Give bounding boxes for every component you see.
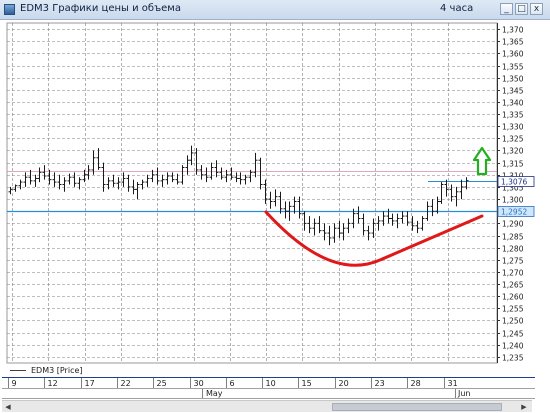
x-tick-label: 25	[157, 379, 167, 388]
x-tick-label: 6	[230, 379, 235, 388]
x-tick-label: 31	[448, 379, 458, 388]
chart-window-icon	[4, 4, 15, 15]
horizontal-scrollbar[interactable]: ◀ ▶	[2, 400, 532, 412]
y-tick-label: 1,275	[502, 257, 524, 266]
y-tick-label: 1,370	[502, 26, 524, 35]
y-tick-label: 1,360	[502, 50, 524, 59]
chart-legend: EDM3 [Price]	[10, 366, 83, 375]
x-tick-label: 12	[48, 379, 58, 388]
y-tick-label: 1,320	[502, 147, 524, 156]
chart-area[interactable]: 1,370 1,365 1,360 1,355 1,350 1,345 1,340 1,335…	[0, 20, 550, 413]
y-tick-label: 1,350	[502, 75, 524, 84]
window-titlebar: EDM3 Графики цены и объема 4 часа _ □ x	[0, 0, 550, 20]
y-tick-label: 1,265	[502, 281, 524, 290]
y-tick-label: 1,240	[502, 342, 524, 351]
x-axis: 9 12 17 22 25 30 6 10 15 20 23 28 31 May Jun	[2, 377, 535, 399]
x-tick-label: 9	[12, 379, 17, 388]
month-label: Jun	[457, 389, 471, 398]
y-tick-label: 1,245	[502, 330, 524, 339]
x-tick-label: 23	[375, 379, 385, 388]
x-tick-label: 17	[85, 379, 95, 388]
horizontal-lines	[7, 171, 497, 213]
legend-line-swatch	[10, 370, 26, 371]
green-up-arrow-icon	[472, 146, 492, 176]
interval-label[interactable]: 4 часа	[440, 3, 473, 14]
y-tick-label: 1,285	[502, 233, 524, 242]
y-tick-label: 1,255	[502, 305, 524, 314]
maximize-button[interactable]: □	[515, 3, 528, 15]
y-tick-label: 1,345	[502, 87, 524, 96]
y-tick-label: 1,260	[502, 293, 524, 302]
x-tick-label: 28	[411, 379, 421, 388]
y-tick-label: 1,335	[502, 111, 524, 120]
legend-label: EDM3 [Price]	[31, 366, 83, 375]
y-tick-label: 1,280	[502, 245, 524, 254]
y-axis: 1,370 1,365 1,360 1,355 1,350 1,345 1,340 1,335…	[497, 23, 535, 363]
price-label: 1,2952	[501, 208, 527, 217]
scroll-thumb[interactable]	[332, 403, 502, 411]
chart-grid	[6, 22, 498, 364]
close-button[interactable]: x	[530, 3, 543, 15]
price-chart[interactable]: 1,370 1,365 1,360 1,355 1,350 1,345 1,340 1,335…	[0, 20, 550, 413]
y-tick-label: 1,365	[502, 38, 524, 47]
price-label: 1,3076	[501, 178, 527, 187]
y-tick-label: 1,250	[502, 317, 524, 326]
scroll-right-icon[interactable]: ▶	[519, 402, 529, 412]
month-label: May	[206, 389, 223, 398]
y-tick-label: 1,235	[502, 354, 524, 363]
scroll-left-icon[interactable]: ◀	[3, 402, 13, 412]
x-tick-label: 10	[266, 379, 276, 388]
y-tick-label: 1,355	[502, 63, 524, 72]
y-tick-label: 1,315	[502, 160, 524, 169]
minimize-button[interactable]: _	[500, 3, 513, 15]
price-bars	[8, 145, 469, 246]
x-tick-label: 30	[194, 379, 204, 388]
y-tick-label: 1,290	[502, 220, 524, 229]
window-title: EDM3 Графики цены и объема	[20, 3, 181, 14]
x-tick-label: 20	[339, 379, 349, 388]
y-tick-label: 1,340	[502, 99, 524, 108]
plot-border	[6, 22, 498, 364]
x-tick-label: 22	[121, 379, 131, 388]
y-tick-label: 1,300	[502, 196, 524, 205]
y-tick-label: 1,330	[502, 123, 524, 132]
x-tick-label: 15	[302, 379, 312, 388]
y-tick-label: 1,325	[502, 135, 524, 144]
y-tick-label: 1,270	[502, 269, 524, 278]
